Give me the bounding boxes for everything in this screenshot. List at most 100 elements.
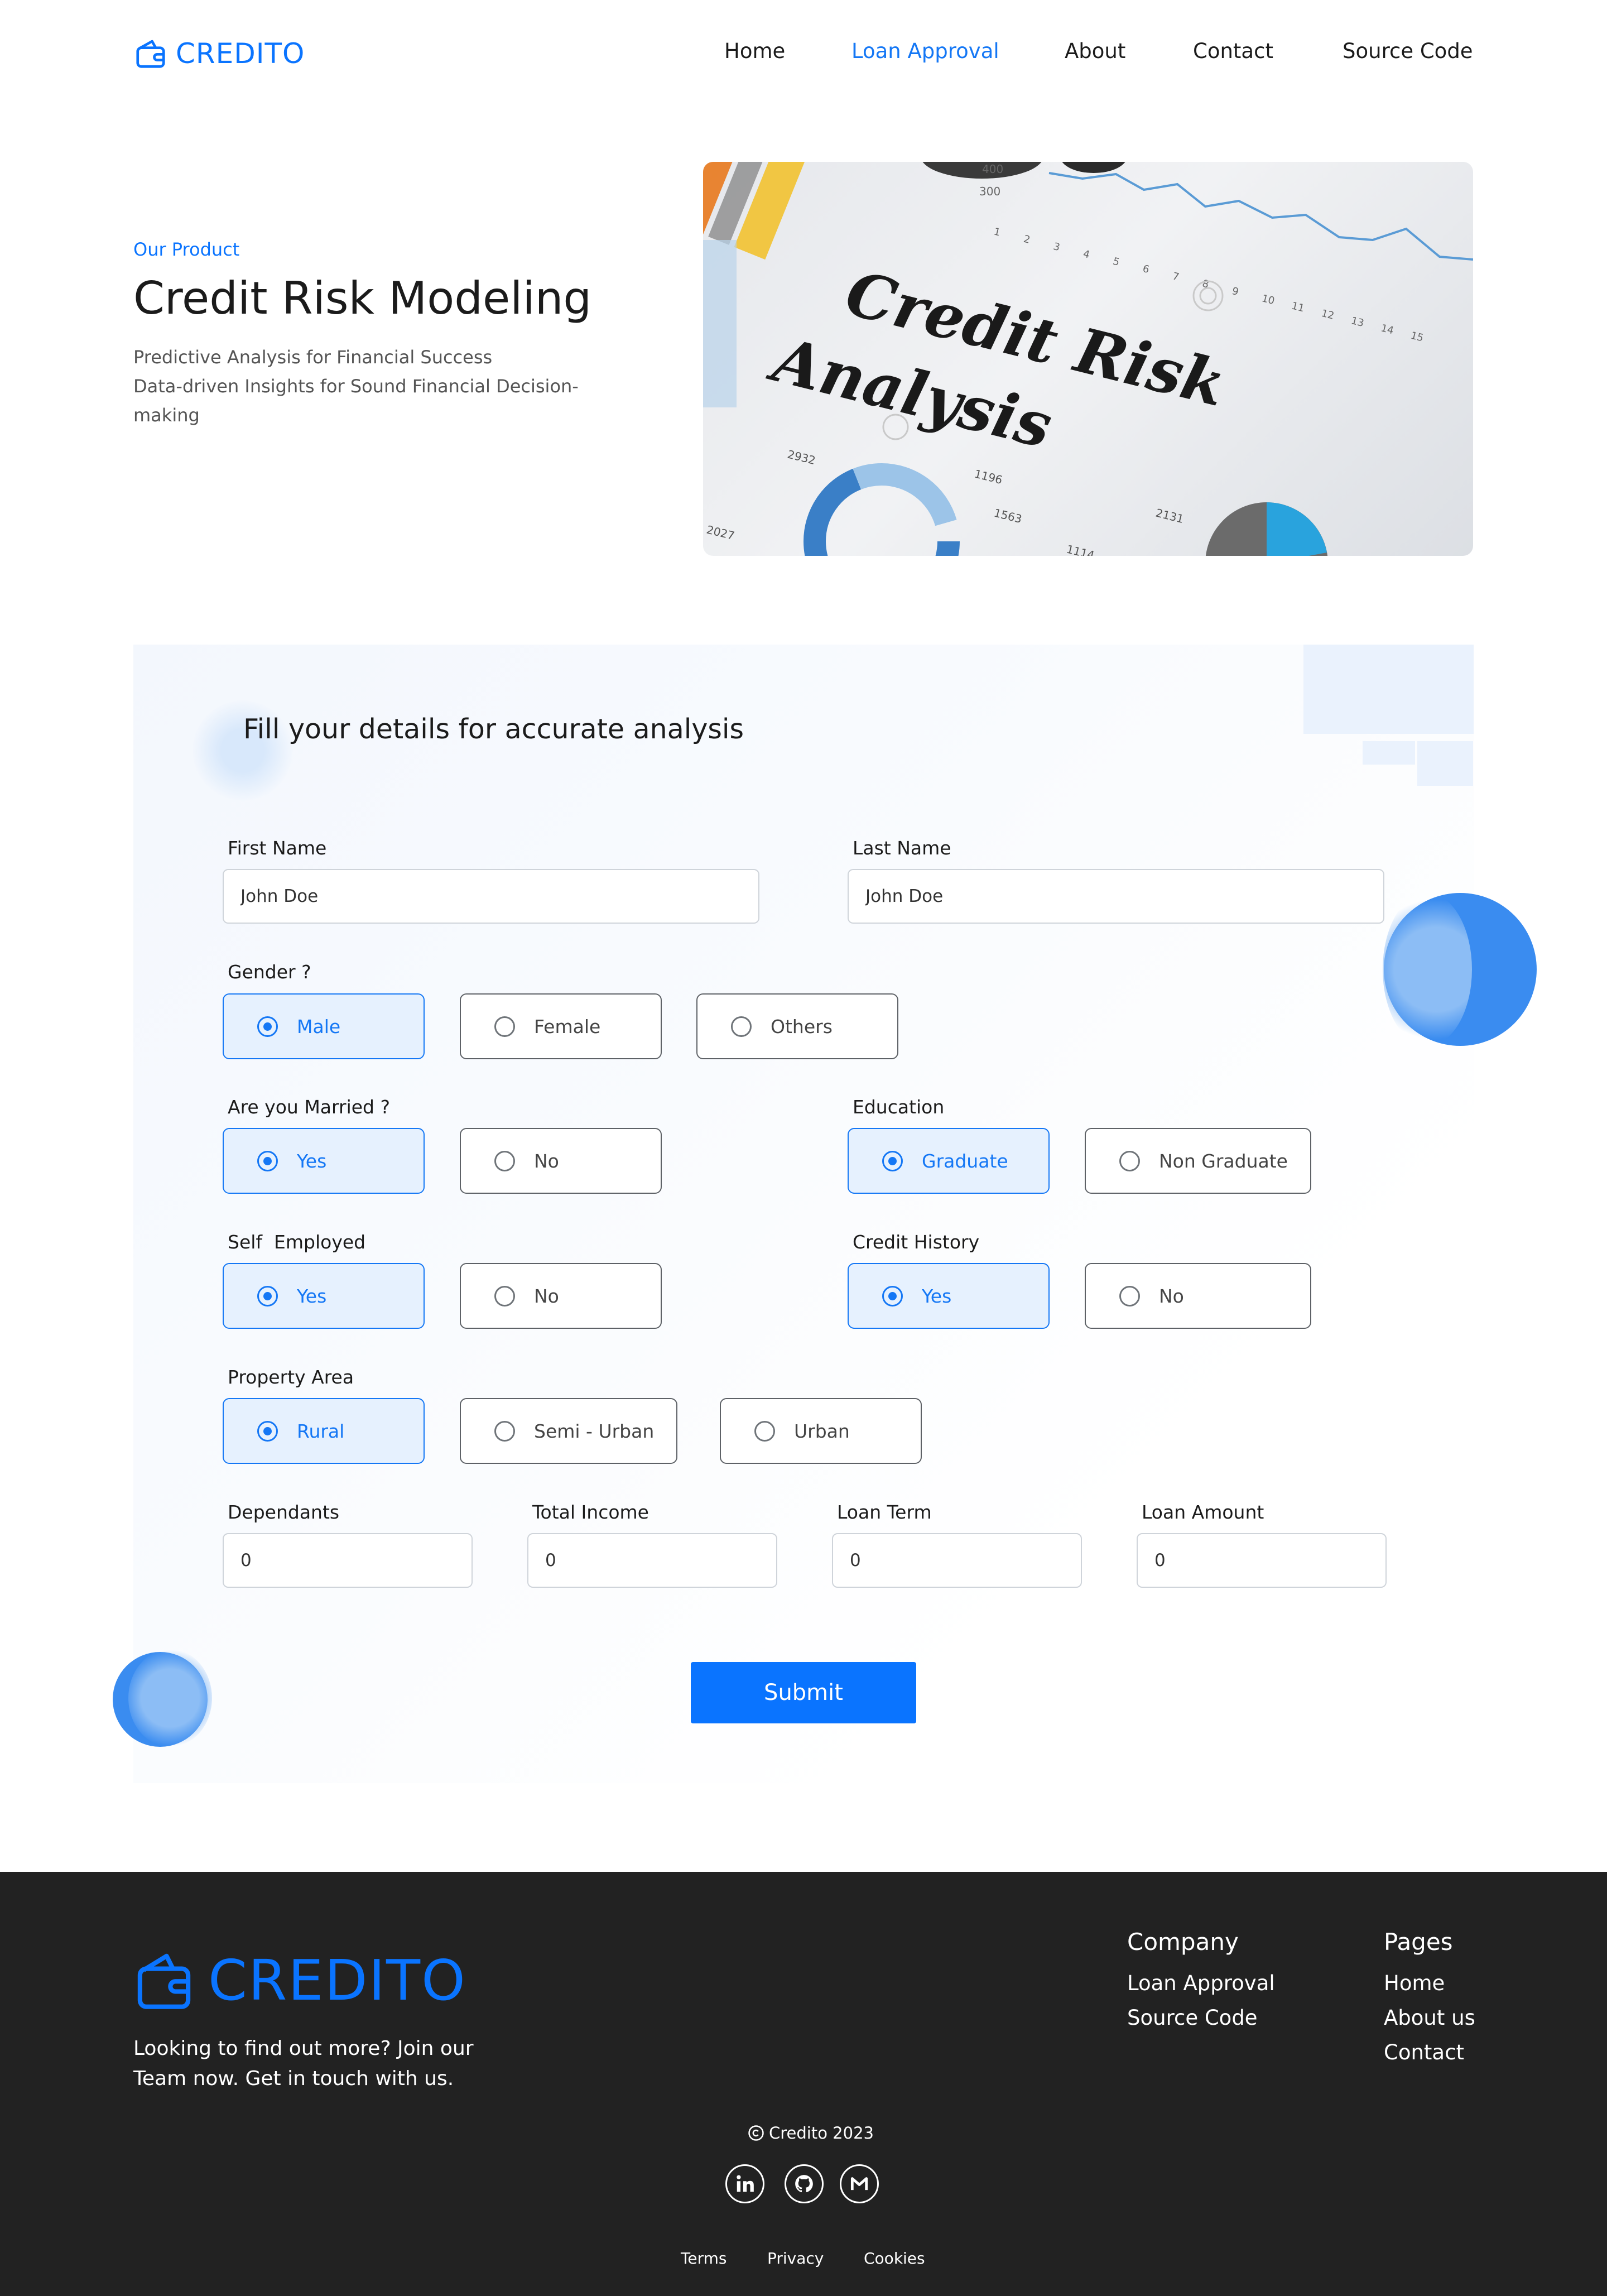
dependants-label: Dependants xyxy=(228,1501,340,1523)
nav-source-code[interactable]: Source Code xyxy=(1343,39,1473,63)
radio-checked-icon xyxy=(257,1420,278,1442)
radio-unchecked-icon xyxy=(731,1016,752,1037)
radio-checked-icon xyxy=(882,1285,903,1306)
footer-pages-title: Pages xyxy=(1384,1928,1453,1956)
gender-option-male[interactable]: Male xyxy=(223,993,425,1059)
nav-loan-approval[interactable]: Loan Approval xyxy=(851,39,999,63)
last-name-label: Last Name xyxy=(853,837,951,859)
loan-term-input[interactable] xyxy=(832,1533,1082,1588)
axis-tick-10: 10 xyxy=(1260,292,1276,307)
education-option-graduate[interactable]: Graduate xyxy=(848,1128,1050,1194)
married-option-yes[interactable]: Yes xyxy=(223,1128,425,1194)
gmail-icon xyxy=(850,2177,868,2191)
chart-number-1563: 1563 xyxy=(993,506,1023,526)
axis-tick-11: 11 xyxy=(1290,300,1305,315)
gender-label: Gender ? xyxy=(228,961,311,983)
footer-tagline: Looking to find out more? Join our Team … xyxy=(133,2037,474,2090)
copyright-text: Credito 2023 xyxy=(769,2124,874,2143)
axis-tick-5: 5 xyxy=(1112,256,1120,268)
github-link[interactable] xyxy=(785,2164,824,2203)
education-label: Education xyxy=(853,1096,945,1118)
property-area-label: Property Area xyxy=(228,1366,354,1388)
married-option-label: Yes xyxy=(297,1150,327,1172)
footer-link-contact[interactable]: Contact xyxy=(1384,2040,1464,2064)
loan-amount-input[interactable] xyxy=(1137,1533,1387,1588)
hero-subtitle: Predictive Analysis for Financial Succes… xyxy=(133,343,613,430)
credit-history-option-yes[interactable]: Yes xyxy=(848,1263,1050,1329)
nav-contact[interactable]: Contact xyxy=(1193,39,1273,63)
footer-link-source-code[interactable]: Source Code xyxy=(1127,2006,1258,2030)
submit-button[interactable]: Submit xyxy=(691,1662,916,1723)
property-area-option-urban[interactable]: Urban xyxy=(720,1398,922,1464)
github-icon xyxy=(795,2175,813,2193)
married-option-no[interactable]: No xyxy=(460,1128,662,1194)
axis-tick-2: 2 xyxy=(1022,233,1031,246)
property-area-option-semi-urban[interactable]: Semi - Urban xyxy=(460,1398,677,1464)
wallet-icon xyxy=(137,1953,191,2009)
axis-tick-9: 9 xyxy=(1231,285,1240,298)
axis-tick-4: 4 xyxy=(1082,248,1091,261)
education-option-label: Graduate xyxy=(922,1150,1008,1172)
axis-tick-12: 12 xyxy=(1320,308,1335,322)
radio-checked-icon xyxy=(257,1150,278,1171)
footer-link-loan-approval[interactable]: Loan Approval xyxy=(1127,1971,1275,1995)
brand-logo[interactable]: CREDITO xyxy=(133,35,305,73)
axis-tick-13: 13 xyxy=(1350,315,1365,329)
credit-history-option-label: No xyxy=(1159,1285,1184,1307)
self-employed-option-no[interactable]: No xyxy=(460,1263,662,1329)
copyright-icon xyxy=(748,2125,764,2141)
radio-checked-icon xyxy=(882,1150,903,1171)
education-option-label: Non Graduate xyxy=(1159,1150,1288,1172)
chart-number-2932: 2932 xyxy=(786,448,817,468)
property-area-option-label: Rural xyxy=(297,1420,345,1442)
footer-link-about-us[interactable]: About us xyxy=(1384,2006,1475,2030)
chart-number-1196: 1196 xyxy=(973,467,1004,487)
self-employed-option-yes[interactable]: Yes xyxy=(223,1263,425,1329)
self-employed-option-label: No xyxy=(534,1285,559,1307)
dependants-input[interactable] xyxy=(223,1533,473,1588)
total-income-input[interactable] xyxy=(527,1533,777,1588)
footer-link-home[interactable]: Home xyxy=(1384,1971,1445,1995)
wallet-icon xyxy=(136,40,165,68)
form-background xyxy=(133,645,1474,1783)
last-name-input[interactable] xyxy=(848,869,1384,924)
property-area-option-label: Semi - Urban xyxy=(534,1420,655,1442)
nav-home[interactable]: Home xyxy=(724,39,785,63)
decor-blob-left xyxy=(112,1649,212,1750)
linkedin-icon xyxy=(737,2175,754,2192)
footer-legal-terms[interactable]: Terms xyxy=(681,2249,726,2268)
nav-about[interactable]: About xyxy=(1065,39,1125,63)
chart-number-400: 400 xyxy=(982,162,1003,176)
radio-unchecked-icon xyxy=(754,1420,775,1442)
gmail-link[interactable] xyxy=(840,2164,879,2203)
married-option-label: No xyxy=(534,1150,559,1172)
credit-history-option-no[interactable]: No xyxy=(1085,1263,1311,1329)
gender-option-label: Others xyxy=(771,1015,833,1037)
brand-name: CREDITO xyxy=(176,37,305,70)
hero-eyebrow: Our Product xyxy=(133,239,240,260)
hero-subtitle-line-2: Data-driven Insights for Sound Financial… xyxy=(133,376,579,426)
axis-tick-6: 6 xyxy=(1142,263,1151,276)
property-area-option-rural[interactable]: Rural xyxy=(223,1398,425,1464)
radio-checked-icon xyxy=(257,1285,278,1306)
footer-brand-logo[interactable]: CREDITO xyxy=(133,1947,466,2014)
radio-checked-icon xyxy=(257,1016,278,1037)
education-option-non-graduate[interactable]: Non Graduate xyxy=(1085,1128,1311,1194)
gender-option-label: Male xyxy=(297,1015,341,1037)
credit-risk-analysis-photo: 400 300 1 2 3 4 5 6 7 8 9 10 11 12 13 14… xyxy=(703,162,1473,556)
self-employed-option-label: Yes xyxy=(297,1285,327,1307)
gender-option-female[interactable]: Female xyxy=(460,993,662,1059)
gender-option-others[interactable]: Others xyxy=(696,993,898,1059)
axis-tick-3: 3 xyxy=(1052,241,1061,253)
decor-rect-large xyxy=(1303,645,1474,734)
radio-unchecked-icon xyxy=(494,1150,515,1171)
credit-history-label: Credit History xyxy=(853,1231,980,1253)
linkedin-link[interactable] xyxy=(725,2164,764,2203)
axis-tick-15: 15 xyxy=(1409,330,1425,344)
footer-legal-cookies[interactable]: Cookies xyxy=(864,2249,925,2268)
chart-number-2131: 2131 xyxy=(1154,506,1185,526)
first-name-input[interactable] xyxy=(223,869,759,924)
married-label: Are you Married ? xyxy=(228,1096,391,1118)
footer-legal-privacy[interactable]: Privacy xyxy=(767,2249,824,2268)
radio-unchecked-icon xyxy=(1119,1285,1140,1306)
